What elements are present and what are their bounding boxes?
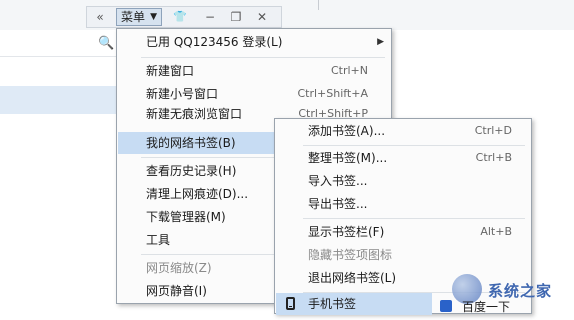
submenu-item-label: 手机书签 [308,297,357,311]
submenu-item-label: 导出书签... [308,197,368,211]
menu-item-shortcut: Ctrl+N [330,64,368,77]
submenu-item-import-bookmarks[interactable]: 导入书签... [276,170,530,192]
menu-item-label: 网页缩放(Z) [146,261,212,275]
menu-item-label: 工具 [146,233,171,247]
menu-item-label: 网页静音(I) [146,284,207,298]
menu-item-shortcut: Ctrl+Shift+A [297,87,368,100]
menu-separator [303,145,525,146]
caret-down-icon: ▼ [150,12,157,22]
phone-icon [286,297,295,310]
divider [318,0,319,10]
skin-icon[interactable]: 👕 [171,9,189,25]
menu-item-label: 清理上网痕迹(D)... [146,187,249,201]
menu-separator [141,57,385,58]
menu-item-login[interactable]: 已用 QQ123456 登录(L) ▶ [118,31,390,53]
minimize-icon[interactable]: − [201,9,219,25]
submenu-item-label: 添加书签(A)... [308,124,386,138]
collapse-chevron-icon[interactable]: « [93,9,107,25]
submenu-item-export-bookmarks[interactable]: 导出书签... [276,193,530,215]
search-icon[interactable]: 🔍 [98,36,114,51]
menu-item-label: 新建无痕浏览窗口 [146,107,243,121]
highlighted-page-row [0,86,116,114]
close-icon[interactable]: ✕ [253,9,271,25]
menu-item-new-window[interactable]: 新建窗口 Ctrl+N [118,60,390,82]
submenu-item-organize-bookmarks[interactable]: 整理书签(M)... Ctrl+B [276,147,530,169]
submenu-item-show-bookmark-bar[interactable]: 显示书签栏(F) Alt+B [276,221,530,243]
baidu-paw-icon [440,300,452,312]
submenu-item-mobile-bookmarks[interactable]: 手机书签 [276,293,432,315]
menu-separator [303,218,525,219]
restore-icon[interactable]: ❐ [227,9,245,25]
submenu-item-label: 整理书签(M)... [308,151,388,165]
page-background [0,30,116,320]
submenu-item-label: 隐藏书签项图标 [308,248,393,262]
submenu-item-shortcut: Ctrl+D [474,124,512,137]
submenu-item-label: 显示书签栏(F) [308,225,385,239]
menu-item-label: 新建小号窗口 [146,87,219,101]
menu-item-label: 下载管理器(M) [146,210,226,224]
submenu-item-label: 退出网络书签(L) [308,271,397,285]
submenu-arrow-icon: ▶ [377,37,384,47]
menu-button-label: 菜单 [121,10,146,24]
menu-item-new-alt-window[interactable]: 新建小号窗口 Ctrl+Shift+A [118,83,390,105]
menu-item-label: 新建窗口 [146,64,195,78]
submenu-item-hide-bookmark-icons: 隐藏书签项图标 [276,244,530,266]
submenu-item-add-bookmark[interactable]: 添加书签(A)... Ctrl+D [276,120,530,142]
menu-item-label: 查看历史记录(H) [146,164,237,178]
submenu-item-shortcut: Alt+B [480,225,512,238]
baidu-link-label: 百度一下 [462,300,511,314]
menu-item-label: 我的网络书签(B) [146,136,236,150]
menu-item-label: 已用 QQ123456 登录(L) [146,35,283,49]
submenu-item-shortcut: Ctrl+B [475,151,512,164]
menu-button[interactable]: 菜单 ▼ [116,8,162,26]
submenu-item-label: 导入书签... [308,174,368,188]
